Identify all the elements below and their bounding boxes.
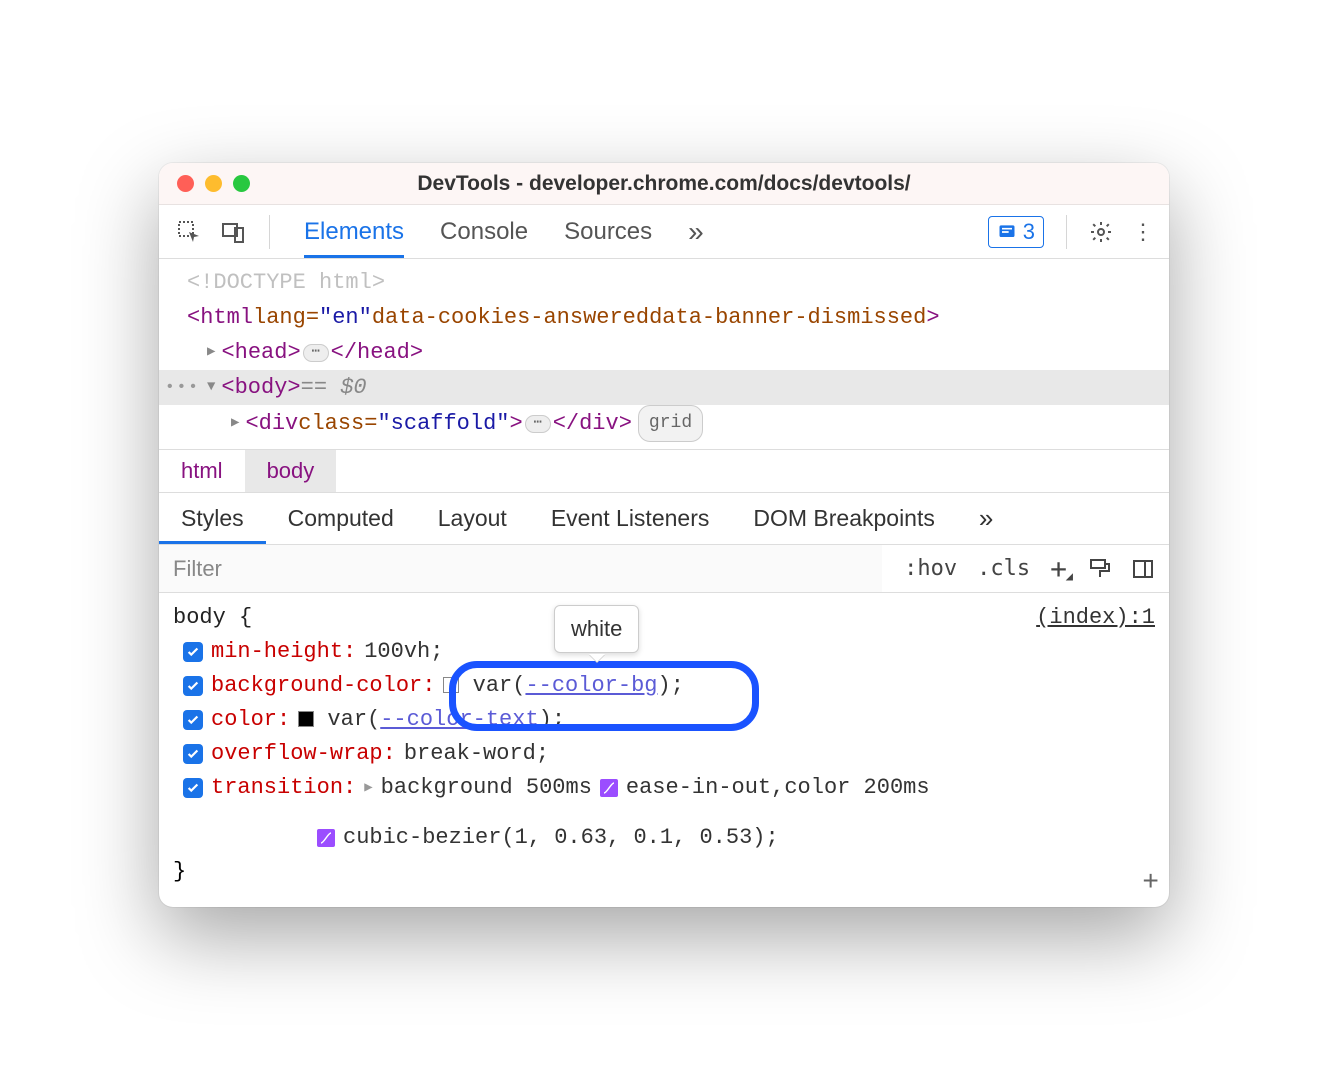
tab-console[interactable]: Console bbox=[440, 205, 528, 258]
collapse-triangle-icon[interactable]: ▼ bbox=[207, 370, 215, 405]
prop-checkbox[interactable] bbox=[183, 642, 203, 662]
prop-min-height[interactable]: min-height: 100vh; bbox=[173, 635, 1155, 669]
styles-filter-input[interactable] bbox=[159, 545, 882, 592]
crumb-html[interactable]: html bbox=[159, 450, 245, 492]
ellipsis-badge[interactable]: ⋯ bbox=[303, 344, 329, 362]
device-toolbar-icon[interactable] bbox=[221, 220, 245, 244]
tabs-overflow-icon[interactable]: » bbox=[688, 205, 704, 258]
issues-count: 3 bbox=[1023, 219, 1035, 245]
issues-badge[interactable]: 3 bbox=[988, 216, 1044, 248]
dom-tree-panel[interactable]: <!DOCTYPE html> <html lang="en" data-coo… bbox=[159, 259, 1169, 449]
inspect-element-icon[interactable] bbox=[177, 220, 201, 244]
cls-toggle[interactable]: .cls bbox=[977, 556, 1030, 581]
color-tooltip: white bbox=[554, 605, 639, 653]
dom-doctype[interactable]: <!DOCTYPE html> bbox=[159, 265, 1169, 300]
new-rule-icon[interactable]: +◢ bbox=[1050, 552, 1067, 585]
titlebar: DevTools - developer.chrome.com/docs/dev… bbox=[159, 163, 1169, 205]
settings-gear-icon[interactable] bbox=[1089, 220, 1113, 244]
crumb-body[interactable]: body bbox=[245, 450, 337, 492]
dom-html-element[interactable]: <html lang="en" data-cookies-answered da… bbox=[159, 300, 1169, 335]
easing-swatch-icon[interactable] bbox=[600, 779, 618, 797]
divider bbox=[269, 215, 270, 249]
subtab-computed[interactable]: Computed bbox=[266, 493, 416, 544]
panel-toggle-icon[interactable] bbox=[1131, 557, 1155, 581]
rule-selector[interactable]: body { bbox=[173, 601, 1155, 635]
prop-checkbox[interactable] bbox=[183, 710, 203, 730]
expand-triangle-icon[interactable]: ▶ bbox=[231, 406, 239, 441]
minimize-window-button[interactable] bbox=[205, 175, 222, 192]
gutter-ellipsis-icon[interactable]: ••• bbox=[165, 370, 200, 405]
rule-close-brace: } bbox=[173, 855, 1155, 889]
prop-color[interactable]: color: var(--color-text); bbox=[173, 703, 1155, 737]
expand-triangle-icon[interactable]: ▶ bbox=[231, 442, 239, 449]
add-property-icon[interactable]: + bbox=[1142, 867, 1159, 901]
subtab-styles[interactable]: Styles bbox=[159, 493, 266, 544]
hov-toggle[interactable]: :hov bbox=[904, 556, 957, 581]
maximize-window-button[interactable] bbox=[233, 175, 250, 192]
subtab-event-listeners[interactable]: Event Listeners bbox=[529, 493, 732, 544]
prop-checkbox[interactable] bbox=[183, 744, 203, 764]
more-menu-icon[interactable]: ⋮ bbox=[1131, 220, 1155, 244]
ellipsis-badge[interactable]: ⋯ bbox=[525, 415, 551, 433]
color-swatch-icon[interactable] bbox=[443, 677, 459, 693]
prop-background-color[interactable]: background-color: var(--color-bg); bbox=[173, 669, 1155, 703]
styles-panel[interactable]: (index):1 body { min-height: 100vh; back… bbox=[159, 593, 1169, 907]
divider bbox=[1066, 215, 1067, 249]
window-title: DevTools - developer.chrome.com/docs/dev… bbox=[159, 172, 1169, 196]
easing-swatch-icon[interactable] bbox=[317, 829, 335, 847]
tab-elements[interactable]: Elements bbox=[304, 205, 404, 258]
dom-body-element[interactable]: ••• ▼<body> == $0 bbox=[159, 370, 1169, 405]
subtab-layout[interactable]: Layout bbox=[416, 493, 529, 544]
css-var-link[interactable]: --color-text bbox=[380, 707, 538, 732]
close-window-button[interactable] bbox=[177, 175, 194, 192]
dom-head-element[interactable]: ▶<head>⋯</head> bbox=[159, 335, 1169, 370]
styles-filter-row: :hov .cls +◢ bbox=[159, 545, 1169, 593]
traffic-lights bbox=[159, 175, 250, 192]
breadcrumb: html body bbox=[159, 449, 1169, 493]
paint-icon[interactable] bbox=[1087, 557, 1111, 581]
main-toolbar: Elements Console Sources » 3 ⋮ bbox=[159, 205, 1169, 259]
color-swatch-icon[interactable] bbox=[298, 711, 314, 727]
subtabs-overflow-icon[interactable]: » bbox=[957, 493, 1015, 544]
styles-tabs: Styles Computed Layout Event Listeners D… bbox=[159, 493, 1169, 545]
expand-triangle-icon[interactable]: ▶ bbox=[364, 771, 372, 805]
prop-checkbox[interactable] bbox=[183, 778, 203, 798]
devtools-window: DevTools - developer.chrome.com/docs/dev… bbox=[159, 163, 1169, 907]
prop-checkbox[interactable] bbox=[183, 676, 203, 696]
dom-announcement-banner[interactable]: ▶<announcement-banner class="cookie-bann… bbox=[159, 442, 1169, 449]
rule-source-link[interactable]: (index):1 bbox=[1036, 601, 1155, 635]
grid-badge[interactable]: grid bbox=[638, 405, 703, 442]
tab-sources[interactable]: Sources bbox=[564, 205, 652, 258]
prop-overflow-wrap[interactable]: overflow-wrap: break-word; bbox=[173, 737, 1155, 771]
prop-transition[interactable]: transition: ▶ background 500ms ease-in-o… bbox=[173, 771, 1155, 855]
expand-triangle-icon[interactable]: ▶ bbox=[207, 335, 215, 370]
dom-div-scaffold[interactable]: ▶<div class="scaffold">⋯</div>grid bbox=[159, 405, 1169, 442]
subtab-dom-breakpoints[interactable]: DOM Breakpoints bbox=[731, 493, 957, 544]
css-var-link[interactable]: --color-bg bbox=[525, 673, 657, 698]
